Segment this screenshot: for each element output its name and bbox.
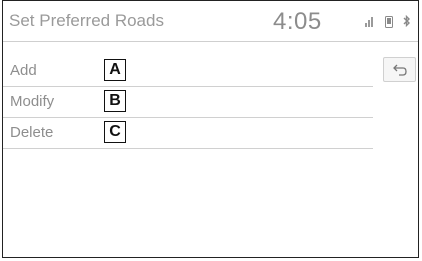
signal-strength-icon [365,15,375,27]
menu-item-label: Delete [10,124,54,141]
phone-icon [385,15,393,28]
clock: 4:05 [273,8,322,35]
back-button[interactable] [383,57,416,82]
callout-marker: A [104,59,126,81]
bluetooth-icon [403,14,411,29]
callout-marker: B [104,90,126,112]
menu-item-add[interactable]: Add A [3,56,373,87]
callout-marker: C [104,121,126,143]
menu-item-delete[interactable]: Delete C [3,118,373,149]
back-arrow-icon [393,64,407,76]
menu-item-label: Add [10,62,37,79]
menu-item-label: Modify [10,93,55,110]
menu-item-modify[interactable]: Modify B [3,87,373,118]
page-title: Set Preferred Roads [9,11,164,30]
header-bar: Set Preferred Roads 4:05 [3,1,418,42]
status-icons [365,14,415,29]
navigation-screen: Set Preferred Roads 4:05 Add A Modify B … [2,0,419,258]
